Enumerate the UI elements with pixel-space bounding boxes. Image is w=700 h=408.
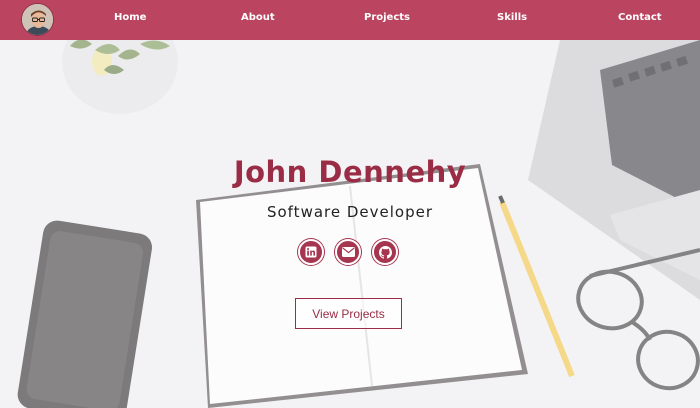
nav-skills-link[interactable]: Skills [497, 12, 527, 23]
hero-name-heading: John Dennehy [233, 155, 467, 189]
linkedin-icon [305, 246, 317, 258]
github-icon [378, 245, 392, 259]
email-link[interactable] [335, 239, 361, 265]
desk-background-image [0, 40, 700, 408]
linkedin-link[interactable] [298, 239, 324, 265]
hero-role-subtitle: Software Developer [266, 203, 434, 221]
view-projects-button[interactable]: View Projects [295, 298, 402, 329]
top-navbar: Home About Projects Skills Contact [0, 0, 700, 40]
github-link[interactable] [372, 239, 398, 265]
nav-about-link[interactable]: About [241, 12, 275, 23]
hero-section: John Dennehy Software Developer View Pro… [0, 40, 700, 408]
nav-projects-link[interactable]: Projects [364, 12, 410, 23]
email-icon [341, 247, 355, 257]
profile-photo-icon [22, 4, 53, 35]
nav-home-link[interactable]: Home [114, 12, 146, 23]
avatar[interactable] [21, 3, 54, 36]
nav-contact-link[interactable]: Contact [618, 12, 662, 23]
